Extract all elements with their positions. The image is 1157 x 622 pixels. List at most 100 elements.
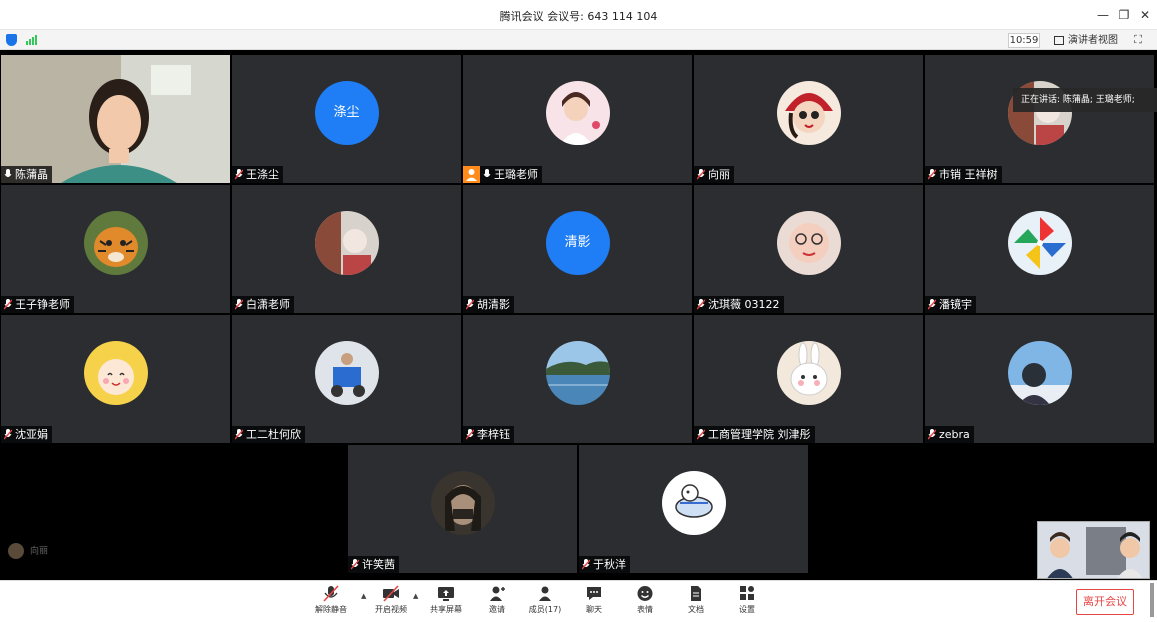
away-participant: 向丽 (8, 543, 48, 559)
fullscreen-icon[interactable]: ⛶ (1131, 33, 1145, 47)
participant-name: 胡清影 (477, 298, 510, 311)
shield-icon[interactable] (6, 34, 17, 46)
participant-name: 王涤尘 (246, 168, 279, 181)
participant-name-tag: 于秋洋 (579, 556, 630, 573)
participant-avatar (661, 471, 726, 535)
participant-name-tag: 陈蒲晶 (1, 166, 52, 183)
participant-avatar (776, 211, 841, 275)
participant-avatar (314, 211, 379, 275)
settings-button[interactable]: 设置 (722, 585, 772, 621)
video-options-caret[interactable]: ▲ (413, 592, 418, 600)
participant-tile[interactable]: 工二杜何欣 (232, 315, 461, 443)
participant-avatar (776, 341, 841, 405)
participant-tile[interactable]: 白潇老师 (232, 185, 461, 313)
host-badge-icon (463, 166, 480, 183)
reactions-button[interactable]: 表情 (620, 585, 670, 621)
participant-name-tag: 王涤尘 (232, 166, 283, 183)
participant-avatar (1007, 211, 1072, 275)
participant-name-tag: zebra (925, 426, 974, 443)
participant-tile[interactable]: 向丽 (694, 55, 923, 183)
participant-name: 向丽 (708, 168, 730, 181)
status-bar: 10:59 演讲者视图 ⛶ (0, 30, 1157, 50)
start-video-button[interactable]: 开启视频 (366, 585, 416, 621)
participant-name-tag: 潘镜宇 (925, 296, 976, 313)
document-icon (691, 586, 701, 601)
self-view-image (1038, 522, 1149, 578)
participant-name: 沈亚娟 (15, 428, 48, 441)
chat-button[interactable]: 聊天 (569, 585, 619, 621)
participant-tile[interactable]: 市销 王祥树 (925, 55, 1154, 183)
invite-button[interactable]: 邀请 (472, 585, 522, 621)
participant-tile[interactable]: zebra (925, 315, 1154, 443)
participant-name-tag: 许笑茜 (348, 556, 399, 573)
participant-name-tag: 沈琪薇 03122 (694, 296, 784, 313)
participant-avatar (430, 471, 495, 535)
close-icon[interactable]: ✕ (1136, 6, 1154, 24)
participant-tile[interactable]: 工商管理学院 刘津彤 (694, 315, 923, 443)
participant-video (1, 55, 230, 183)
participant-avatar (776, 81, 841, 145)
members-button[interactable]: 成员(17) (520, 585, 570, 621)
unmute-button[interactable]: 解除静音 (306, 585, 356, 621)
share-screen-button[interactable]: 共享屏幕 (421, 585, 471, 621)
participant-name: 陈蒲晶 (15, 168, 48, 181)
participant-tile[interactable]: 许笑茜 (348, 445, 577, 573)
participant-tile[interactable]: 潘镜宇 (925, 185, 1154, 313)
participant-name: 工二杜何欣 (246, 428, 301, 441)
meeting-clock: 10:59 (1008, 33, 1040, 48)
participant-name-tag: 向丽 (694, 166, 734, 183)
mic-off-icon (323, 585, 339, 602)
speaker-view-button[interactable]: 演讲者视图 (1054, 33, 1118, 48)
start-video-label: 开启视频 (375, 605, 407, 614)
invite-icon (490, 586, 505, 601)
video-grid: 正在讲话: 陈蒲晶; 王璐老师; 向丽 陈蒲晶 涤尘 王涤尘 王璐老师 向丽 市销 王祥树… (0, 53, 1157, 580)
participant-tile[interactable]: 沈琪薇 03122 (694, 185, 923, 313)
reactions-label: 表情 (637, 605, 653, 614)
participant-tile[interactable]: 涤尘王涤尘 (232, 55, 461, 183)
participant-name-tag: 胡清影 (463, 296, 514, 313)
unmute-label: 解除静音 (315, 605, 347, 614)
participant-avatar (1007, 341, 1072, 405)
participant-avatar (545, 341, 610, 405)
participant-name-tag: 王璐老师 (480, 166, 542, 183)
participant-name: 沈琪薇 03122 (708, 298, 780, 311)
away-avatar (8, 543, 24, 559)
participant-tile[interactable]: 王璐老师 (463, 55, 692, 183)
chat-label: 聊天 (586, 605, 602, 614)
share-screen-icon (438, 587, 454, 601)
leave-meeting-button[interactable]: 离开会议 (1076, 589, 1134, 615)
speaking-indicator: 正在讲话: 陈蒲晶; 王璐老师; (1013, 88, 1157, 112)
tencent-meeting-window: 腾讯会议 会议号: 643 114 104 — ❐ ✕ 10:59 演讲者视图 … (0, 0, 1157, 622)
emoji-icon (637, 586, 653, 601)
participant-avatar (545, 81, 610, 145)
participant-name-tag: 王子铮老师 (1, 296, 74, 313)
participant-name: 王璐老师 (494, 168, 538, 181)
participant-tile[interactable]: 陈蒲晶 (1, 55, 230, 183)
share-screen-label: 共享屏幕 (430, 605, 462, 614)
self-view-thumbnail[interactable] (1037, 521, 1150, 579)
title-bar: 腾讯会议 会议号: 643 114 104 — ❐ ✕ (0, 0, 1157, 30)
participant-tile[interactable]: 王子铮老师 (1, 185, 230, 313)
documents-button[interactable]: 文档 (671, 585, 721, 621)
participant-name: 白潇老师 (246, 298, 290, 311)
participant-name-tag: 李梓钰 (463, 426, 514, 443)
settings-label: 设置 (739, 605, 755, 614)
participant-avatar: 涤尘 (314, 81, 379, 145)
participant-name: 于秋洋 (593, 558, 626, 571)
settings-grid-icon (740, 586, 754, 600)
away-participant-name: 向丽 (30, 546, 49, 557)
participant-tile[interactable]: 清影 胡清影 (463, 185, 692, 313)
participant-tile[interactable]: 李梓钰 (463, 315, 692, 443)
restore-icon[interactable]: ❐ (1115, 6, 1133, 24)
participant-name-tag: 沈亚娟 (1, 426, 52, 443)
video-off-icon (383, 585, 399, 602)
minimize-icon[interactable]: — (1094, 6, 1112, 24)
participant-avatar (83, 211, 148, 275)
scrollbar[interactable] (1150, 583, 1154, 617)
participant-tile[interactable]: 于秋洋 (579, 445, 808, 573)
chat-icon (587, 587, 601, 600)
signal-icon[interactable] (26, 35, 38, 45)
participant-avatar (314, 341, 379, 405)
participant-tile[interactable]: 沈亚娟 (1, 315, 230, 443)
invite-label: 邀请 (489, 605, 505, 614)
